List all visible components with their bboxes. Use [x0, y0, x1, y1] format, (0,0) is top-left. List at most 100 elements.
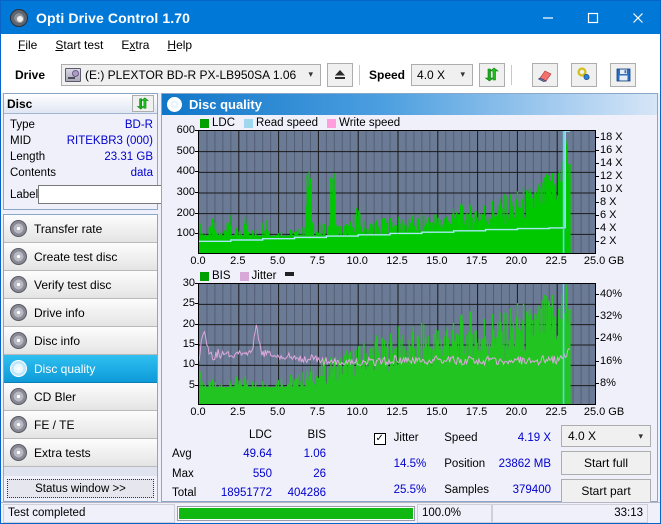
sidebar-item-label: Disc quality — [34, 362, 95, 376]
axis-tick-label-right: 12 X — [600, 170, 623, 182]
jitter-row-avg: 14.5% — [370, 451, 431, 477]
disc-row-mid: MID RITEKBR3 (000) — [10, 133, 153, 149]
legend-item-jitter: Jitter — [240, 270, 277, 282]
disc-quality-panel: Disc quality LDC Read speed Write sp — [161, 93, 658, 502]
sidebar-item-label: Extra tests — [34, 446, 91, 460]
chart-bottom-row: 51015202530 8%16%24%32%40% — [164, 283, 655, 405]
stats-row-label: Avg — [168, 445, 214, 465]
refresh-button[interactable] — [479, 63, 505, 87]
legend-item-write-speed: Write speed — [327, 117, 400, 129]
axis-tick-label-right: 8 X — [600, 196, 617, 208]
main-body: Disc Type BD-R MID RITE — [1, 93, 660, 502]
jitter-checkbox[interactable]: ✓ — [374, 433, 386, 445]
sidebar-item-verify-test-disc[interactable]: Verify test disc — [4, 271, 157, 299]
start-full-button[interactable]: Start full — [561, 451, 651, 475]
minimize-icon[interactable] — [525, 1, 570, 34]
axis-tick-label: 20 — [183, 318, 195, 330]
maximize-icon[interactable] — [570, 1, 615, 34]
axis-tick-right — [596, 189, 599, 190]
nav-list: Transfer rate Create test disc Verify te… — [3, 214, 158, 502]
stats-header-row: LDC BIS — [168, 425, 330, 445]
disc-row-contents: Contents data — [10, 165, 153, 181]
sidebar-item-transfer-rate[interactable]: Transfer rate — [4, 215, 157, 243]
close-icon[interactable] — [615, 1, 660, 34]
sidebar-item-disc-info[interactable]: Disc info — [4, 327, 157, 355]
drive-info-icon — [10, 304, 27, 321]
stats-right: ✓ Jitter 14.5% 25.5% — [370, 425, 651, 503]
axis-tick-label-x: 25.0 GB — [584, 255, 624, 267]
disc-rate-icon — [10, 220, 27, 237]
menu-start-test[interactable]: Start test — [46, 36, 112, 54]
test-speed-select[interactable]: 4.0 X ▾ — [561, 425, 651, 447]
axis-tick-label-right: 16 X — [600, 144, 623, 156]
drive-select[interactable]: (E:) PLEXTOR BD-R PX-LB950SA 1.06 ▾ — [61, 64, 321, 86]
stats-max-ldc: 550 — [214, 464, 276, 484]
disc-row-type: Type BD-R — [10, 117, 153, 133]
sidebar-item-label: FE / TE — [34, 418, 74, 432]
stats-col-ldc: LDC — [214, 425, 276, 445]
speed-label: Speed — [369, 68, 405, 82]
axis-tick-label-x: 15.0 — [426, 255, 447, 267]
jitter-max: 25.5% — [390, 477, 431, 503]
menu-help[interactable]: Help — [158, 36, 201, 54]
disc-verify-icon — [10, 276, 27, 293]
legend-label-ldc: LDC — [212, 117, 235, 129]
jitter-header-row: ✓ Jitter — [370, 425, 431, 451]
axis-tick-label-x: 5.0 — [270, 406, 285, 418]
start-full-label: Start full — [584, 456, 628, 470]
status-window-button[interactable]: Status window >> — [7, 479, 154, 498]
axis-tick-label-right: 10 X — [600, 183, 623, 195]
sidebar-item-create-test-disc[interactable]: Create test disc — [4, 243, 157, 271]
chart-bottom-yaxis: 51015202530 — [164, 283, 198, 405]
sidebar-item-extra-tests[interactable]: Extra tests — [4, 439, 157, 467]
action-buttons: 4.0 X ▾ Start full Start part — [561, 425, 651, 503]
chart-top-legend: LDC Read speed Write speed — [164, 116, 655, 130]
eject-button[interactable] — [327, 63, 353, 87]
status-message: Test completed — [3, 504, 175, 523]
sidebar-item-drive-info[interactable]: Drive info — [4, 299, 157, 327]
save-button[interactable] — [610, 63, 636, 87]
axis-tick-label-right: 2 X — [600, 235, 617, 247]
menu-file[interactable]: File — [9, 36, 46, 54]
axis-tick-right — [596, 163, 599, 164]
menu-extra[interactable]: Extra — [112, 36, 158, 54]
sidebar-item-label: Disc info — [34, 334, 80, 348]
disc-refresh-button[interactable] — [132, 95, 154, 112]
disc-row-key: Contents — [10, 167, 56, 179]
axis-tick-right — [596, 202, 599, 203]
status-window-label: Status window >> — [35, 483, 126, 495]
speed-select[interactable]: 4.0 X ▾ — [411, 64, 473, 86]
progress-bar — [177, 506, 415, 521]
erase-button[interactable] — [532, 63, 558, 87]
axis-tick-label-right: 32% — [600, 310, 622, 322]
sidebar-item-fe-te[interactable]: FE / TE — [4, 411, 157, 439]
axis-tick-label-right: 16% — [600, 355, 622, 367]
stats-table: LDC BIS Avg 49.64 1.06 Max 550 26 Tota — [168, 425, 330, 503]
start-part-button[interactable]: Start part — [561, 479, 651, 503]
axis-tick-label-x: 2.5 — [230, 255, 245, 267]
axis-tick-label-right: 8% — [600, 377, 616, 389]
chart-top-xaxis: 0.02.55.07.510.012.515.017.520.022.525.0… — [164, 254, 655, 269]
sidebar-item-cd-bler[interactable]: CD Bler — [4, 383, 157, 411]
app-window: Opti Drive Control 1.70 File Start test … — [0, 0, 661, 524]
sidebar-item-disc-quality[interactable]: Disc quality — [4, 355, 157, 383]
disc-create-icon — [10, 248, 27, 265]
axis-tick-label-x: 17.5 — [466, 406, 487, 418]
disc-quality-header: Disc quality — [162, 94, 657, 115]
axis-tick-right — [596, 241, 599, 242]
legend-swatch-bis — [200, 272, 209, 281]
axis-tick-label: 25 — [183, 297, 195, 309]
session-row-position: Position 23862 MB — [440, 451, 555, 477]
app-icon — [10, 9, 28, 27]
disc-row-value: RITEKBR3 (000) — [67, 135, 153, 147]
progress-percent: 100.0% — [417, 504, 492, 523]
chart-top-yaxis: 100200300400500600 — [164, 130, 198, 254]
axis-tick-label-x: 20.0 — [506, 406, 527, 418]
charts-container: LDC Read speed Write speed 1002003004005… — [162, 115, 657, 420]
jitter-label: Jitter — [390, 425, 431, 451]
legend-swatch-write-speed — [327, 119, 336, 128]
tools-button[interactable] — [571, 63, 597, 87]
session-samples-label: Samples — [440, 477, 493, 503]
legend-swatch-read-speed — [244, 119, 253, 128]
chart-bottom-legend: BIS Jitter — [164, 269, 655, 283]
